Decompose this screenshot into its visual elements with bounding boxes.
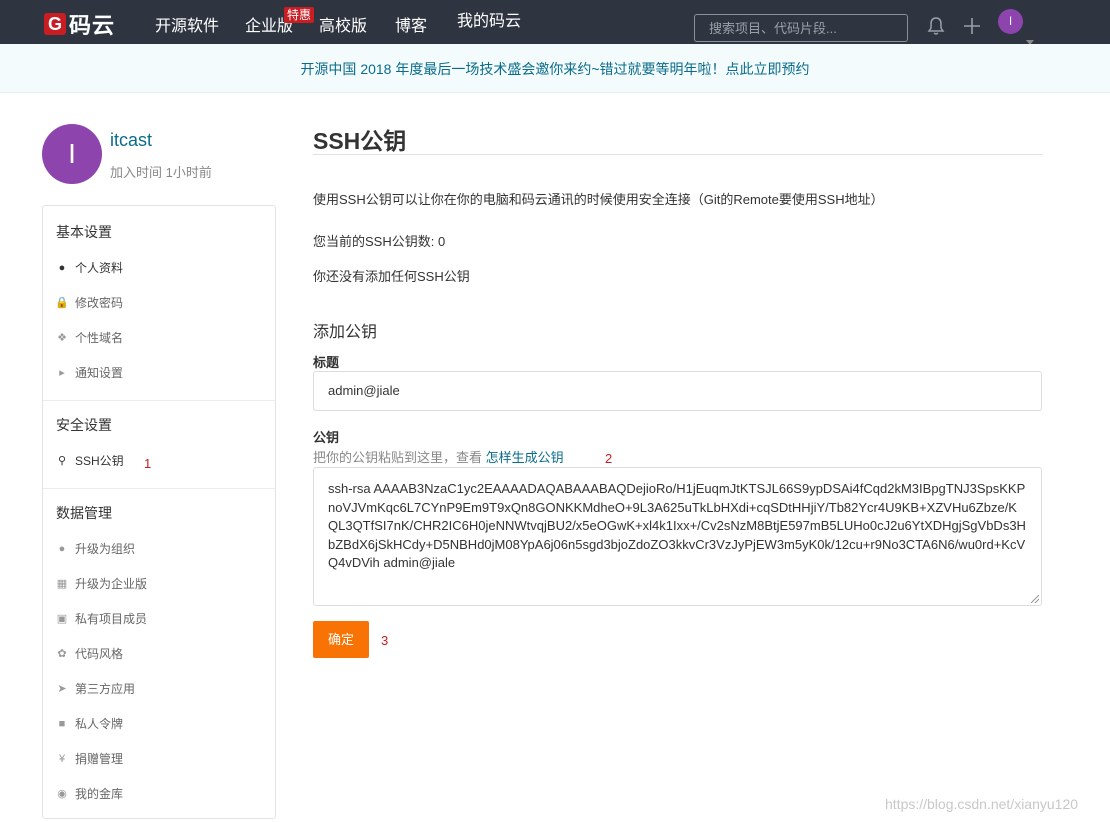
resize-handle[interactable]	[1031, 595, 1039, 603]
search-input[interactable]: 搜索项目、代码片段...	[694, 14, 908, 42]
sidebar-item-code-style[interactable]: ✿ 代码风格	[55, 645, 123, 662]
annotation-marker-1: 1	[144, 456, 152, 471]
sidebar-item-label: 第三方应用	[75, 682, 136, 696]
sidebar-item-domain[interactable]: ❖ 个性域名	[55, 329, 123, 346]
annotation-marker-2: 2	[605, 451, 613, 466]
key-title-input[interactable]: admin@jiale	[313, 371, 1042, 411]
nav-my-gitee[interactable]: 我的码云	[457, 12, 521, 32]
annotation-marker-3: 3	[381, 633, 389, 648]
sidebar-item-label: 个人资料	[75, 261, 124, 275]
confirm-button[interactable]: 确定	[313, 621, 369, 658]
sidebar-item-donations[interactable]: ¥ 捐赠管理	[55, 750, 123, 767]
sidebar-item-label: SSH公钥	[75, 454, 124, 468]
sidebar-item-third-party-apps[interactable]: ➤ 第三方应用	[55, 680, 135, 697]
settings-sidebar: 基本设置 ● 个人资料 🔒 修改密码 ❖ 个性域名 ▸ 通知设置 安全设置 ⚲ SSH公钥…	[42, 205, 276, 819]
sidebar-item-password[interactable]: 🔒 修改密码	[55, 294, 123, 311]
sidebar-item-notifications[interactable]: ▸ 通知设置	[55, 364, 123, 381]
promo-badge: 特惠	[284, 7, 315, 23]
palette-icon: ✿	[57, 648, 67, 660]
sidebar-item-label: 通知设置	[75, 366, 124, 380]
profile-joined-time: 加入时间 1小时前	[110, 165, 212, 180]
page-title: SSH公钥	[313, 128, 407, 154]
sidebar-item-private-tokens[interactable]: ■ 私人令牌	[55, 715, 123, 732]
user-icon: ●	[58, 261, 66, 274]
sidebar-item-upgrade-enterprise[interactable]: ▦ 升级为企业版	[55, 575, 147, 592]
sidebar-item-label: 代码风格	[75, 647, 124, 661]
profile-avatar[interactable]: I	[42, 124, 102, 184]
nav-open-source[interactable]: 开源软件	[155, 17, 219, 37]
sidebar-item-label: 升级为组织	[75, 542, 136, 556]
yen-icon: ¥	[58, 752, 66, 765]
key-hint-text: 把你的公钥粘贴到这里，查看	[313, 450, 483, 465]
compass-icon: ❖	[57, 332, 67, 344]
plus-icon[interactable]	[962, 16, 982, 41]
key-label: 公钥	[313, 430, 340, 445]
sidebar-item-label: 私有项目成员	[75, 612, 148, 626]
ssh-description: 使用SSH公钥可以让你在你的电脑和码云通讯的时候使用安全连接（Git的Remot…	[313, 192, 884, 207]
section-basic-settings: 基本设置	[56, 224, 112, 240]
logo[interactable]: G 码云	[44, 12, 115, 38]
divider	[43, 488, 275, 489]
top-navbar: G 码云 开源软件 企业版 特惠 高校版 博客 我的码云 搜索项目、代码片段..…	[0, 0, 1110, 45]
nav-education[interactable]: 高校版	[319, 17, 367, 37]
sidebar-item-label: 我的金库	[75, 787, 124, 801]
public-key-value: ssh-rsa AAAAB3NzaC1yc2EAAAADAQABAAABAQDe…	[328, 481, 1026, 570]
logo-mark: G	[44, 13, 66, 35]
speaker-icon: ▸	[59, 367, 65, 379]
rocket-icon: ➤	[57, 683, 67, 695]
profile-username[interactable]: itcast	[110, 130, 152, 151]
sidebar-item-label: 个性域名	[75, 331, 124, 345]
title-label: 标题	[313, 355, 340, 370]
sidebar-item-private-members[interactable]: ▣ 私有项目成员	[55, 610, 147, 627]
lock-icon: 🔒	[55, 297, 69, 309]
sidebar-item-vault[interactable]: ◉ 我的金库	[55, 785, 123, 802]
key-hint: 把你的公钥粘贴到这里，查看 怎样生成公钥	[313, 447, 564, 466]
how-to-generate-key-link[interactable]: 怎样生成公钥	[486, 450, 564, 465]
logo-text: 码云	[69, 13, 116, 38]
coins-icon: ◉	[57, 788, 67, 800]
public-key-textarea[interactable]: ssh-rsa AAAAB3NzaC1yc2EAAAADAQABAAABAQDe…	[313, 467, 1042, 606]
book-icon: ▣	[56, 613, 68, 625]
watermark: https://blog.csdn.net/xianyu120	[885, 796, 1079, 812]
ssh-empty-message: 你还没有添加任何SSH公钥	[313, 269, 470, 284]
sidebar-item-upgrade-org[interactable]: ● 升级为组织	[55, 540, 135, 557]
sitemap-icon: ■	[58, 717, 66, 730]
promo-banner[interactable]: 开源中国 2018 年度最后一场技术盛会邀你来约~错过就要等明年啦！点此立即预约	[0, 44, 1110, 93]
add-key-heading: 添加公钥	[313, 324, 378, 341]
bell-icon[interactable]	[927, 16, 945, 41]
key-icon: ⚲	[57, 455, 67, 467]
building-icon: ▦	[56, 578, 68, 590]
sidebar-item-label: 修改密码	[75, 296, 124, 310]
section-data-management: 数据管理	[56, 505, 112, 521]
divider	[43, 400, 275, 401]
sidebar-item-ssh-keys[interactable]: ⚲ SSH公钥	[55, 452, 124, 469]
title-divider	[313, 154, 1042, 155]
nav-blog[interactable]: 博客	[395, 17, 427, 37]
sidebar-item-label: 升级为企业版	[75, 577, 148, 591]
ssh-key-count: 您当前的SSH公钥数: 0	[313, 234, 446, 249]
users-icon: ●	[58, 542, 66, 555]
sidebar-item-profile[interactable]: ● 个人资料	[55, 259, 123, 276]
sidebar-item-label: 捐赠管理	[75, 752, 124, 766]
sidebar-item-label: 私人令牌	[75, 717, 124, 731]
user-avatar[interactable]: I	[998, 9, 1023, 34]
section-security-settings: 安全设置	[56, 417, 112, 433]
